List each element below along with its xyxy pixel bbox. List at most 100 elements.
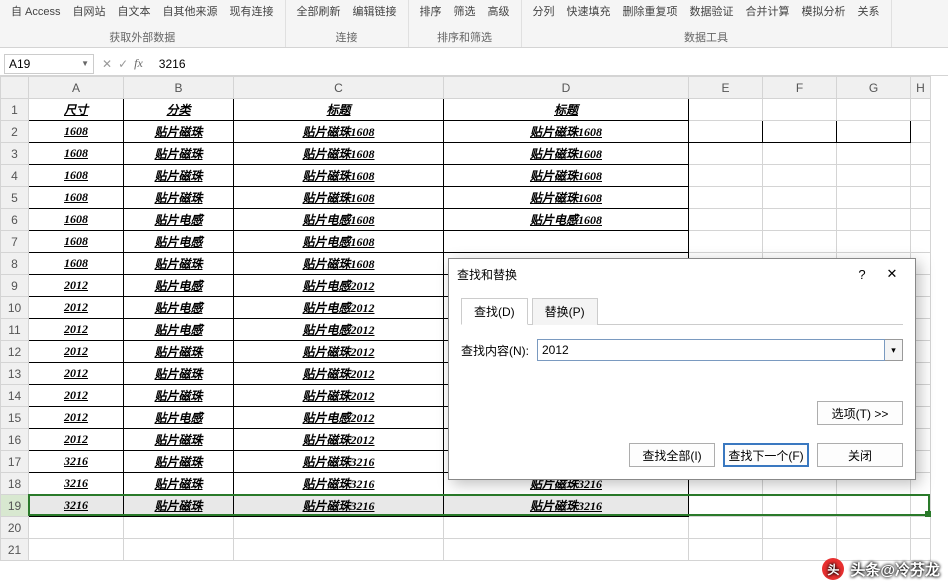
cell[interactable]: 2012	[29, 297, 124, 319]
row-header[interactable]: 21	[1, 539, 29, 561]
col-header[interactable]: A	[29, 77, 124, 99]
cell[interactable]: 贴片电感1608	[234, 209, 444, 231]
row-header[interactable]: 5	[1, 187, 29, 209]
cell[interactable]: 标题	[444, 99, 689, 121]
close-icon[interactable]: ✕	[877, 266, 907, 282]
cell[interactable]	[763, 165, 837, 187]
cell[interactable]	[689, 495, 763, 517]
cell[interactable]: 1608	[29, 143, 124, 165]
col-header[interactable]: D	[444, 77, 689, 99]
cell[interactable]	[689, 187, 763, 209]
cell[interactable]: 2012	[29, 363, 124, 385]
cell[interactable]	[911, 495, 931, 517]
cell[interactable]: 贴片磁珠	[124, 451, 234, 473]
ribbon-item[interactable]: 删除重复项	[620, 2, 681, 20]
row-header[interactable]: 10	[1, 297, 29, 319]
row-header[interactable]: 2	[1, 121, 29, 143]
cell[interactable]	[763, 517, 837, 539]
col-header[interactable]: E	[689, 77, 763, 99]
cell[interactable]	[837, 231, 911, 253]
cell[interactable]: 3216	[29, 495, 124, 517]
row-header[interactable]: 13	[1, 363, 29, 385]
cell[interactable]: 贴片磁珠3216	[234, 451, 444, 473]
cell[interactable]	[763, 495, 837, 517]
ribbon-item[interactable]: 全部刷新	[294, 2, 344, 20]
col-header[interactable]: F	[763, 77, 837, 99]
cell[interactable]	[911, 99, 931, 121]
cell[interactable]	[444, 539, 689, 561]
row-header[interactable]: 14	[1, 385, 29, 407]
row-header[interactable]: 7	[1, 231, 29, 253]
cell[interactable]	[911, 517, 931, 539]
row-header[interactable]: 3	[1, 143, 29, 165]
cell[interactable]	[763, 143, 837, 165]
cell[interactable]	[763, 121, 837, 143]
cell[interactable]	[444, 231, 689, 253]
row-header[interactable]: 15	[1, 407, 29, 429]
cell[interactable]	[911, 165, 931, 187]
cell[interactable]: 贴片电感2012	[234, 319, 444, 341]
cell[interactable]: 贴片电感	[124, 407, 234, 429]
row-header[interactable]: 8	[1, 253, 29, 275]
cell[interactable]: 贴片电感	[124, 297, 234, 319]
cell[interactable]	[837, 99, 911, 121]
cell[interactable]	[234, 517, 444, 539]
cell[interactable]	[837, 517, 911, 539]
row-header[interactable]: 19	[1, 495, 29, 517]
cell[interactable]: 贴片磁珠1608	[444, 121, 689, 143]
cancel-icon[interactable]: ✕	[102, 57, 112, 71]
ribbon-item[interactable]: 高级	[485, 2, 513, 20]
cell[interactable]	[689, 143, 763, 165]
cell[interactable]: 贴片磁珠	[124, 363, 234, 385]
row-header[interactable]: 16	[1, 429, 29, 451]
cell[interactable]	[29, 539, 124, 561]
col-header[interactable]: H	[911, 77, 931, 99]
cell[interactable]: 3216	[29, 451, 124, 473]
cell[interactable]	[837, 143, 911, 165]
cell[interactable]: 贴片磁珠	[124, 121, 234, 143]
cell[interactable]: 贴片电感2012	[234, 407, 444, 429]
cell[interactable]: 贴片磁珠	[124, 253, 234, 275]
cell[interactable]: 1608	[29, 231, 124, 253]
cell[interactable]: 贴片磁珠	[124, 187, 234, 209]
cell[interactable]	[911, 209, 931, 231]
fx-icon[interactable]: fx	[134, 56, 143, 71]
cell[interactable]: 贴片电感	[124, 275, 234, 297]
ribbon-item[interactable]: 模拟分析	[799, 2, 849, 20]
cell[interactable]	[689, 209, 763, 231]
cell[interactable]: 2012	[29, 319, 124, 341]
row-header[interactable]: 9	[1, 275, 29, 297]
cell[interactable]: 贴片磁珠1608	[444, 187, 689, 209]
cell[interactable]	[911, 143, 931, 165]
cell[interactable]: 贴片磁珠3216	[234, 473, 444, 495]
ribbon-item[interactable]: 自 Access	[8, 2, 64, 20]
cell[interactable]: 分类	[124, 99, 234, 121]
cell[interactable]: 贴片磁珠	[124, 385, 234, 407]
cell[interactable]	[444, 517, 689, 539]
cell[interactable]: 贴片磁珠3216	[444, 495, 689, 517]
cell[interactable]: 贴片磁珠2012	[234, 385, 444, 407]
cell[interactable]: 贴片电感2012	[234, 297, 444, 319]
cell[interactable]	[689, 539, 763, 561]
cell[interactable]	[29, 517, 124, 539]
cell[interactable]: 2012	[29, 429, 124, 451]
formula-input[interactable]: 3216	[151, 57, 948, 71]
col-header[interactable]: C	[234, 77, 444, 99]
options-button[interactable]: 选项(T) >>	[817, 401, 903, 425]
cell[interactable]: 1608	[29, 253, 124, 275]
cell[interactable]	[689, 517, 763, 539]
cell[interactable]	[234, 539, 444, 561]
tab-replace[interactable]: 替换(P)	[532, 298, 598, 325]
cell[interactable]: 贴片磁珠1608	[234, 143, 444, 165]
col-header[interactable]: G	[837, 77, 911, 99]
cell[interactable]: 2012	[29, 407, 124, 429]
cell[interactable]: 贴片磁珠1608	[444, 165, 689, 187]
dialog-titlebar[interactable]: 查找和替换 ? ✕	[449, 259, 915, 289]
tab-find[interactable]: 查找(D)	[461, 298, 528, 325]
cell[interactable]: 2012	[29, 341, 124, 363]
ribbon-item[interactable]: 关系	[855, 2, 883, 20]
ribbon-item[interactable]: 自其他来源	[160, 2, 221, 20]
chevron-down-icon[interactable]: ▾	[885, 339, 903, 361]
cell[interactable]: 贴片磁珠1608	[234, 165, 444, 187]
cell[interactable]: 1608	[29, 187, 124, 209]
